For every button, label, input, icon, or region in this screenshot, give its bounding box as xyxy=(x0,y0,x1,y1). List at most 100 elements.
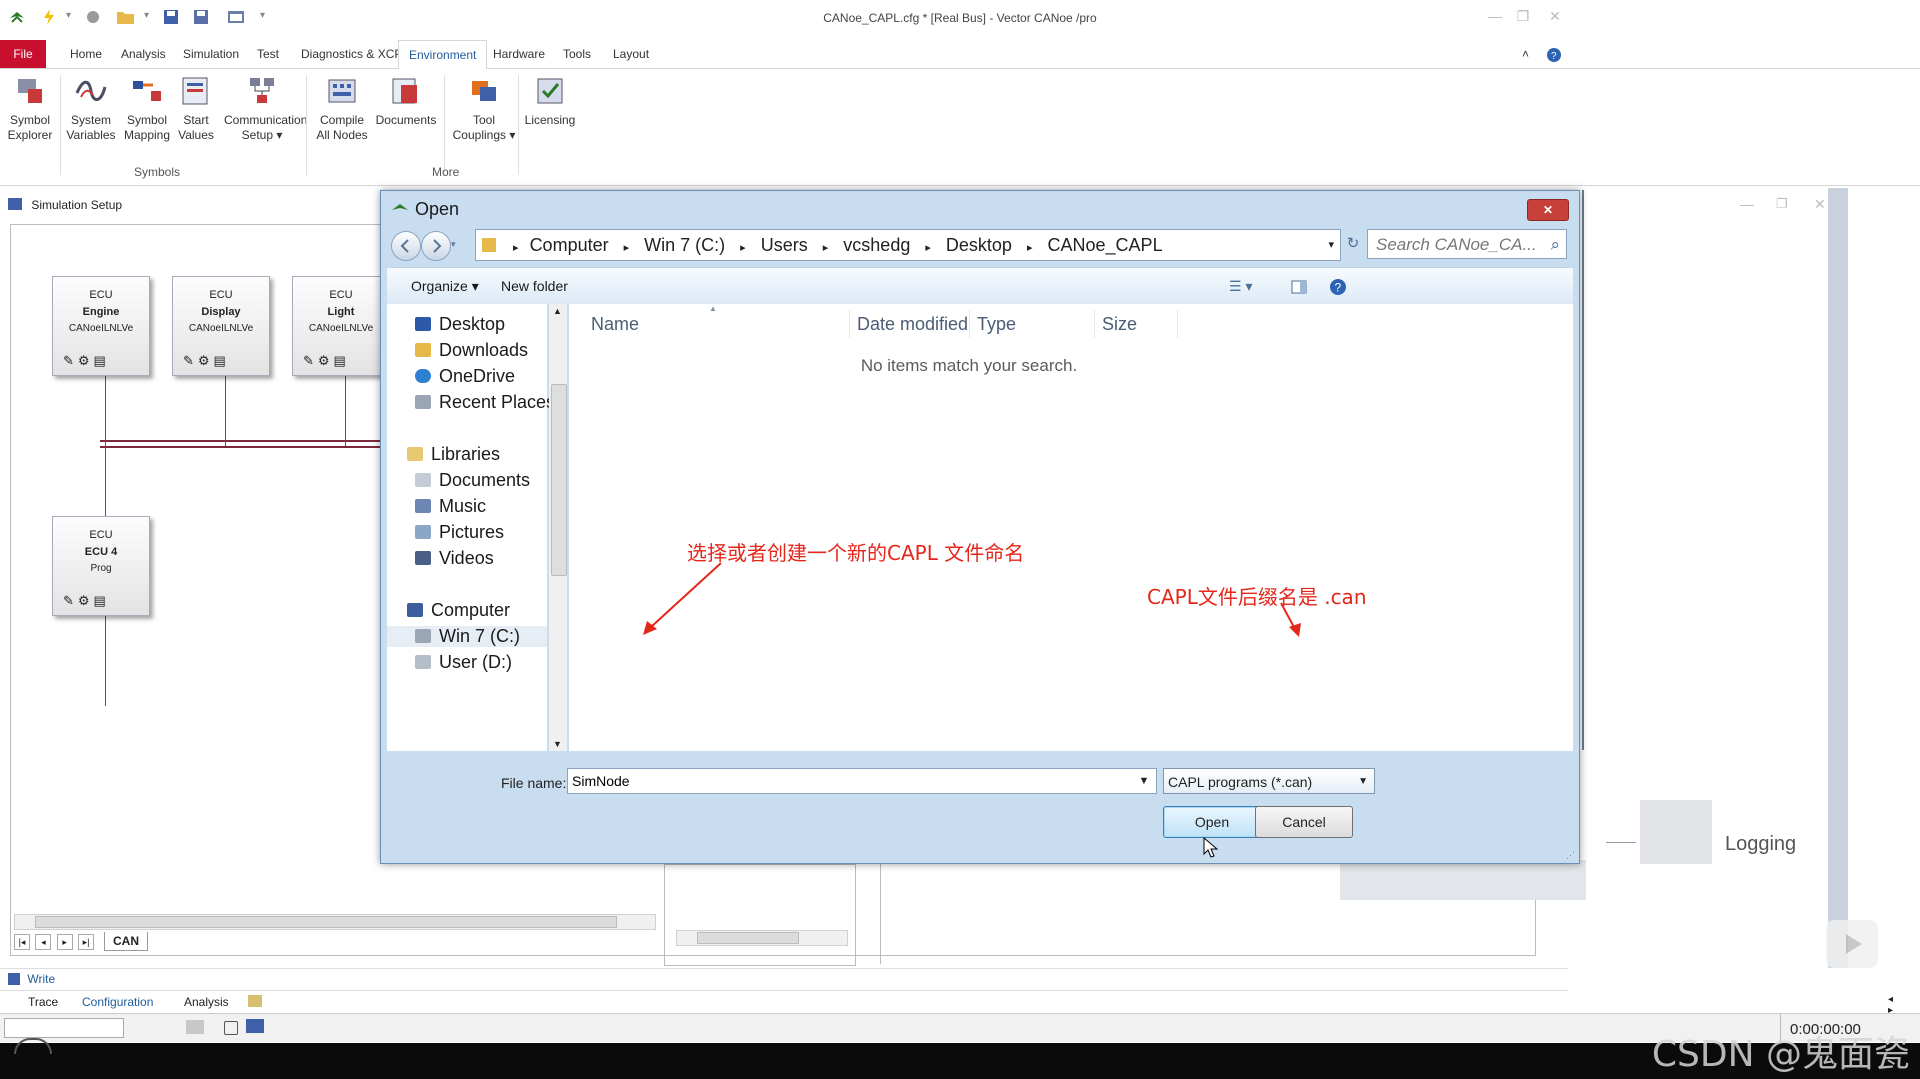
licensing-button[interactable]: Licensing xyxy=(522,75,578,128)
simulation-setup-icon xyxy=(8,198,22,210)
compile-icon xyxy=(326,75,358,107)
can-bus-line xyxy=(100,446,400,448)
logging-label[interactable]: Logging xyxy=(1725,833,1796,856)
collapse-ribbon-icon[interactable]: ˄ xyxy=(1512,40,1539,68)
connector-arrow xyxy=(1606,842,1636,843)
start-values-icon xyxy=(180,75,212,107)
ecu-name: Engine xyxy=(82,306,120,318)
symbol-mapping-button[interactable]: Symbol Mapping xyxy=(122,75,172,143)
ecu-display-node[interactable]: ECU Display CANoeILNLVe ✎⚙▤ xyxy=(172,276,270,376)
tool-couplings-button[interactable]: Tool Couplings ▾ xyxy=(448,75,520,143)
tab-trace[interactable]: Trace xyxy=(28,995,58,1009)
scrollbar-thumb[interactable] xyxy=(35,916,617,928)
ecu-tool-icons[interactable]: ✎⚙▤ xyxy=(303,353,350,369)
restore-icon[interactable]: ❐ xyxy=(1508,8,1538,26)
resize-grip-icon[interactable]: ⋰ xyxy=(1566,850,1575,861)
button-label: Mapping xyxy=(123,128,171,142)
tab-simulation[interactable]: Simulation xyxy=(173,40,249,68)
documents-button[interactable]: Documents xyxy=(374,75,438,128)
ribbon-panel: Symbol Explorer System Variables Symbol … xyxy=(0,69,1920,186)
button-label: Tool xyxy=(472,113,495,127)
ecu-label: ECU xyxy=(209,289,233,301)
tab-hardware[interactable]: Hardware xyxy=(483,40,555,68)
stop-small-icon[interactable] xyxy=(224,1021,238,1035)
letterbox-strip xyxy=(0,1043,1920,1079)
ecu-type: CANoeILNLVe xyxy=(188,323,254,334)
tab-environment[interactable]: Environment xyxy=(398,40,488,70)
start-values-button[interactable]: Start Values xyxy=(176,75,216,143)
monitor-icon[interactable] xyxy=(246,1019,264,1033)
ecu-tool-icons[interactable]: ✎⚙▤ xyxy=(183,353,230,369)
status-field[interactable] xyxy=(4,1018,124,1038)
bus-tab-can[interactable]: CAN xyxy=(104,932,148,951)
tab-file[interactable]: File xyxy=(0,40,46,68)
tab-analysis-window[interactable]: Analysis xyxy=(184,995,229,1009)
play-icon[interactable] xyxy=(1826,920,1878,968)
help-icon[interactable]: ? xyxy=(1536,40,1572,68)
panel-restore-icon[interactable]: ❐ xyxy=(1776,196,1788,212)
prev-sheet-icon[interactable]: ◂ xyxy=(35,934,52,950)
tab-analysis[interactable]: Analysis xyxy=(111,40,176,68)
chevron-down-icon[interactable]: ▼ xyxy=(1358,769,1368,795)
button-label: System xyxy=(70,113,111,127)
first-sheet-icon[interactable]: |◂ xyxy=(14,934,30,950)
file-type-select[interactable]: CAPL programs (*.can) ▼ xyxy=(1163,768,1375,794)
ecu-label: ECU xyxy=(89,289,113,301)
divider xyxy=(518,75,519,175)
tab-tools[interactable]: Tools xyxy=(553,40,601,68)
ecu-label: ECU xyxy=(89,529,113,541)
file-type-value: CAPL programs (*.can) xyxy=(1168,774,1313,790)
tab-diagnostics-xcp[interactable]: Diagnostics & XCP xyxy=(291,40,412,68)
ecu-engine-node[interactable]: ECU Engine CANoeILNLVe ✎⚙▤ xyxy=(52,276,150,376)
next-sheet-icon[interactable]: ▸ xyxy=(56,934,73,950)
side-strip xyxy=(1828,188,1848,968)
tab-test[interactable]: Test xyxy=(247,40,289,68)
tab-home[interactable]: Home xyxy=(60,40,112,68)
file-name-input[interactable] xyxy=(567,768,1157,794)
compile-all-nodes-button[interactable]: Compile All Nodes xyxy=(314,75,370,143)
symbol-mapping-icon xyxy=(131,75,163,107)
system-variables-button[interactable]: System Variables xyxy=(64,75,118,143)
cancel-button[interactable]: Cancel xyxy=(1255,806,1353,838)
tab-layout[interactable]: Layout xyxy=(603,40,659,68)
panel-close-icon[interactable]: ✕ xyxy=(1814,196,1826,213)
node-connector xyxy=(225,376,226,446)
symbol-explorer-button[interactable]: Symbol Explorer xyxy=(6,75,54,143)
close-window-icon[interactable]: ✕ xyxy=(1540,8,1570,26)
logging-block-icon[interactable] xyxy=(1640,800,1712,864)
horizontal-scrollbar[interactable] xyxy=(14,914,656,930)
divider xyxy=(1582,190,1584,750)
write-icon xyxy=(8,973,20,985)
button-label: All Nodes xyxy=(316,128,368,142)
csdn-watermark: CSDN @鬼面瓷 xyxy=(1651,1034,1910,1075)
ecu-tool-icons[interactable]: ✎⚙▤ xyxy=(63,593,110,609)
keyboard-icon[interactable] xyxy=(186,1020,204,1034)
app-title: CANoe_CAPL.cfg * [Real Bus] - Vector CAN… xyxy=(823,11,1097,25)
svg-text:?: ? xyxy=(1551,51,1557,62)
can-bus-line xyxy=(100,440,400,442)
button-label: Values xyxy=(178,128,214,142)
title-bar: ▾ ▾ ▾ CANoe_CAPL.cfg * [Real Bus] - Vect… xyxy=(0,0,1920,36)
last-sheet-icon[interactable]: ▸| xyxy=(78,934,95,950)
horizontal-scrollbar[interactable] xyxy=(676,930,848,946)
ecu-tool-icons[interactable]: ✎⚙▤ xyxy=(63,353,110,369)
panel-minimize-icon[interactable]: — xyxy=(1740,196,1754,212)
open-button[interactable]: Open xyxy=(1163,806,1261,838)
scrollbar-thumb[interactable] xyxy=(697,932,799,944)
button-label: Symbol xyxy=(126,113,167,127)
ecu-light-node[interactable]: ECU Light CANoeILNLVe ✎⚙▤ xyxy=(292,276,390,376)
status-bar: 0:00:00:00 xyxy=(0,1013,1920,1042)
communication-setup-button[interactable]: Communication Setup ▾ xyxy=(224,75,307,143)
file-name-dropdown-icon[interactable]: ▼ xyxy=(1133,769,1155,793)
button-label: Start xyxy=(183,113,209,127)
window-icon[interactable] xyxy=(248,995,262,1007)
ecu-type: CANoeILNLVe xyxy=(68,323,134,334)
system-variables-icon xyxy=(75,75,107,107)
button-label: Compile xyxy=(319,113,364,127)
minimize-icon[interactable]: — xyxy=(1480,8,1510,26)
simulation-setup-header: Simulation Setup xyxy=(8,188,122,222)
tab-configuration[interactable]: Configuration xyxy=(82,995,153,1009)
ecu-4-node[interactable]: ECU ECU 4 Prog ✎⚙▤ xyxy=(52,516,150,616)
write-tab[interactable]: Write xyxy=(27,972,55,986)
button-label: Variables xyxy=(66,128,116,142)
